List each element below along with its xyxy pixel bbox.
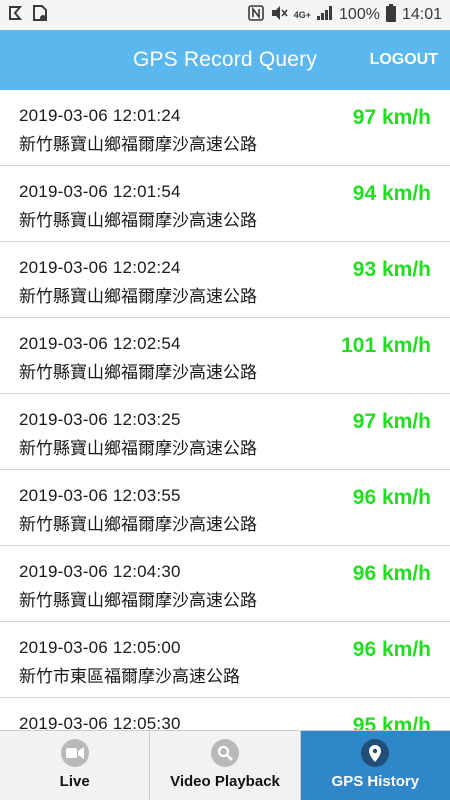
record-time: 2019-03-06 12:02:54 (19, 334, 181, 353)
record-address: 新竹縣寶山鄉福爾摩沙高速公路 (19, 591, 257, 611)
tab-live-label: Live (59, 773, 90, 790)
list-item[interactable]: 2019-03-06 12:02:24 新竹縣寶山鄉福爾摩沙高速公路 93 km… (0, 242, 450, 318)
network-type: 4G+ (293, 9, 312, 20)
sim-alert-icon (32, 4, 48, 26)
notification-arrow-icon (8, 5, 24, 25)
record-address: 新竹縣寶山鄉福爾摩沙高速公路 (19, 135, 257, 155)
record-speed: 94 km/h (352, 182, 431, 205)
bottom-nav: Live Video Playback GPS History (0, 730, 450, 800)
battery-icon (385, 4, 396, 26)
tab-video-playback[interactable]: Video Playback (150, 731, 301, 800)
list-item[interactable]: 2019-03-06 12:03:55 新竹縣寶山鄉福爾摩沙高速公路 96 km… (0, 470, 450, 546)
record-address: 新竹縣寶山鄉福爾摩沙高速公路 (19, 363, 257, 383)
logout-button[interactable]: LOGOUT (370, 51, 438, 69)
signal-icon (317, 6, 333, 24)
status-bar-left (8, 4, 48, 26)
tab-live[interactable]: Live (0, 731, 151, 800)
record-speed: 93 km/h (352, 258, 431, 281)
record-time: 2019-03-06 12:02:24 (19, 258, 181, 277)
record-speed: 96 km/h (352, 638, 431, 661)
record-time: 2019-03-06 12:05:30 (19, 714, 181, 730)
status-bar-right: 4G+ 100% 14:01 (247, 4, 442, 26)
record-time: 2019-03-06 12:03:55 (19, 486, 181, 505)
record-speed: 101 km/h (341, 334, 431, 357)
record-address: 新竹縣寶山鄉福爾摩沙高速公路 (19, 515, 257, 535)
tab-gps-history[interactable]: GPS History (300, 731, 450, 800)
record-speed: 97 km/h (352, 410, 431, 433)
record-address: 新竹縣寶山鄉福爾摩沙高速公路 (19, 211, 257, 231)
video-camera-icon (60, 739, 89, 767)
nfc-icon (247, 5, 264, 25)
location-pin-icon (361, 739, 390, 767)
record-address: 新竹縣寶山鄉福爾摩沙高速公路 (19, 439, 257, 459)
search-icon (210, 739, 239, 767)
list-item[interactable]: 2019-03-06 12:05:30 95 km/h (0, 698, 450, 730)
record-speed: 97 km/h (352, 106, 431, 129)
record-time: 2019-03-06 12:01:24 (19, 106, 181, 125)
list-item[interactable]: 2019-03-06 12:01:24 新竹縣寶山鄉福爾摩沙高速公路 97 km… (0, 90, 450, 166)
app-header: GPS Record Query LOGOUT (0, 30, 450, 90)
record-speed: 96 km/h (352, 486, 431, 509)
record-time: 2019-03-06 12:05:00 (19, 638, 181, 657)
clock: 14:01 (401, 6, 442, 23)
record-time: 2019-03-06 12:01:54 (19, 182, 181, 201)
list-item[interactable]: 2019-03-06 12:01:54 新竹縣寶山鄉福爾摩沙高速公路 94 km… (0, 166, 450, 242)
tab-gps-history-label: GPS History (331, 773, 420, 790)
tab-video-playback-label: Video Playback (170, 773, 280, 790)
record-address: 新竹市東區福爾摩沙高速公路 (19, 667, 240, 687)
status-bar: 4G+ 100% 14:01 (0, 0, 450, 30)
mute-icon (270, 5, 288, 25)
record-time: 2019-03-06 12:04:30 (19, 562, 181, 581)
list-item[interactable]: 2019-03-06 12:05:00 新竹市東區福爾摩沙高速公路 96 km/… (0, 622, 450, 698)
record-speed: 96 km/h (352, 562, 431, 585)
list-item[interactable]: 2019-03-06 12:03:25 新竹縣寶山鄉福爾摩沙高速公路 97 km… (0, 394, 450, 470)
record-speed: 95 km/h (352, 714, 431, 730)
list-item[interactable]: 2019-03-06 12:02:54 新竹縣寶山鄉福爾摩沙高速公路 101 k… (0, 318, 450, 394)
record-address: 新竹縣寶山鄉福爾摩沙高速公路 (19, 287, 257, 307)
record-time: 2019-03-06 12:03:25 (19, 410, 181, 429)
gps-record-list[interactable]: 2019-03-06 12:01:24 新竹縣寶山鄉福爾摩沙高速公路 97 km… (0, 90, 450, 730)
list-item[interactable]: 2019-03-06 12:04:30 新竹縣寶山鄉福爾摩沙高速公路 96 km… (0, 546, 450, 622)
battery-percent: 100% (339, 6, 380, 23)
